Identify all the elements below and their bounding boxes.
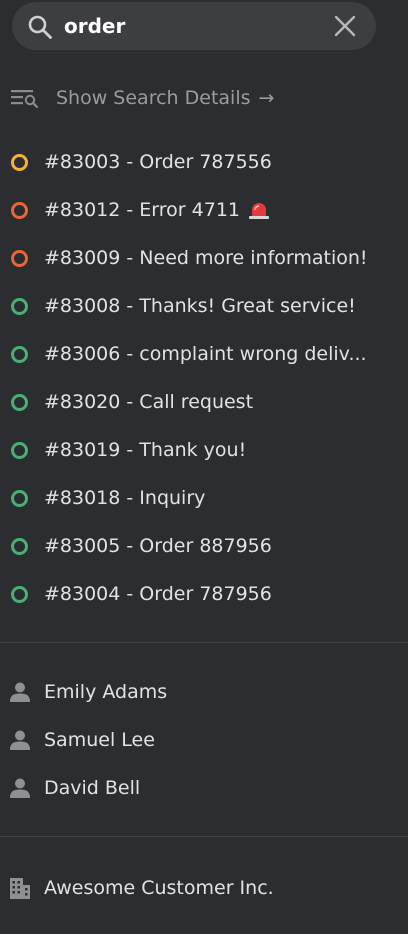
ticket-list: #83003 - Order 787556 #83012 - Error 471…	[0, 138, 408, 618]
ticket-title: #83020 - Call request	[44, 391, 254, 413]
ticket-row[interactable]: #83020 - Call request	[0, 378, 408, 426]
ticket-row[interactable]: #83019 - Thank you!	[0, 426, 408, 474]
search-input[interactable]	[64, 10, 314, 42]
user-name: David Bell	[44, 777, 141, 799]
search-bar[interactable]	[12, 2, 376, 50]
status-dot-icon	[11, 201, 28, 219]
search-icon	[28, 15, 52, 39]
divider	[0, 836, 408, 837]
user-list: Emily Adams Samuel Lee David Bell	[0, 668, 408, 812]
organization-list: Awesome Customer Inc.	[0, 864, 408, 912]
search-details-icon	[11, 90, 39, 109]
ticket-title: #83018 - Inquiry	[44, 487, 206, 509]
user-name: Samuel Lee	[44, 729, 155, 751]
person-icon	[10, 730, 30, 750]
siren-icon	[249, 203, 270, 219]
ticket-row[interactable]: #83009 - Need more information!	[0, 234, 408, 282]
status-dot-icon	[11, 249, 28, 267]
status-dot-icon	[11, 441, 28, 459]
ticket-row[interactable]: #83005 - Order 887956	[0, 522, 408, 570]
user-row[interactable]: David Bell	[0, 764, 408, 812]
person-icon	[10, 778, 30, 798]
ticket-title: #83004 - Order 787956	[44, 583, 272, 605]
person-icon	[10, 682, 30, 702]
ticket-title: #83005 - Order 887956	[44, 535, 272, 557]
show-search-details-link[interactable]: Show Search Details →	[10, 82, 274, 114]
ticket-row[interactable]: #83004 - Order 787956	[0, 570, 408, 618]
ticket-row[interactable]: #83006 - complaint wrong deliv...	[0, 330, 408, 378]
status-dot-icon	[11, 153, 28, 171]
divider	[0, 642, 408, 643]
ticket-title: #83009 - Need more information!	[44, 247, 368, 269]
organization-name: Awesome Customer Inc.	[44, 877, 274, 899]
organization-row[interactable]: Awesome Customer Inc.	[0, 864, 408, 912]
status-dot-icon	[11, 537, 28, 555]
show-search-details-label: Show Search Details	[56, 87, 251, 109]
user-row[interactable]: Emily Adams	[0, 668, 408, 716]
ticket-row[interactable]: #83008 - Thanks! Great service!	[0, 282, 408, 330]
status-dot-icon	[11, 345, 28, 363]
ticket-row[interactable]: #83018 - Inquiry	[0, 474, 408, 522]
status-dot-icon	[11, 297, 28, 315]
ticket-row[interactable]: #83012 - Error 4711	[0, 186, 408, 234]
close-icon[interactable]	[334, 15, 356, 37]
ticket-row[interactable]: #83003 - Order 787556	[0, 138, 408, 186]
ticket-title: #83012 - Error 4711	[44, 199, 241, 221]
status-dot-icon	[11, 393, 28, 411]
arrow-right-icon: →	[258, 87, 275, 109]
ticket-title: #83006 - complaint wrong deliv...	[44, 343, 367, 365]
user-row[interactable]: Samuel Lee	[0, 716, 408, 764]
ticket-title: #83008 - Thanks! Great service!	[44, 295, 356, 317]
building-icon	[10, 878, 30, 899]
ticket-title: #83003 - Order 787556	[44, 151, 272, 173]
ticket-title: #83019 - Thank you!	[44, 439, 247, 461]
status-dot-icon	[11, 585, 28, 603]
status-dot-icon	[11, 489, 28, 507]
user-name: Emily Adams	[44, 681, 168, 703]
